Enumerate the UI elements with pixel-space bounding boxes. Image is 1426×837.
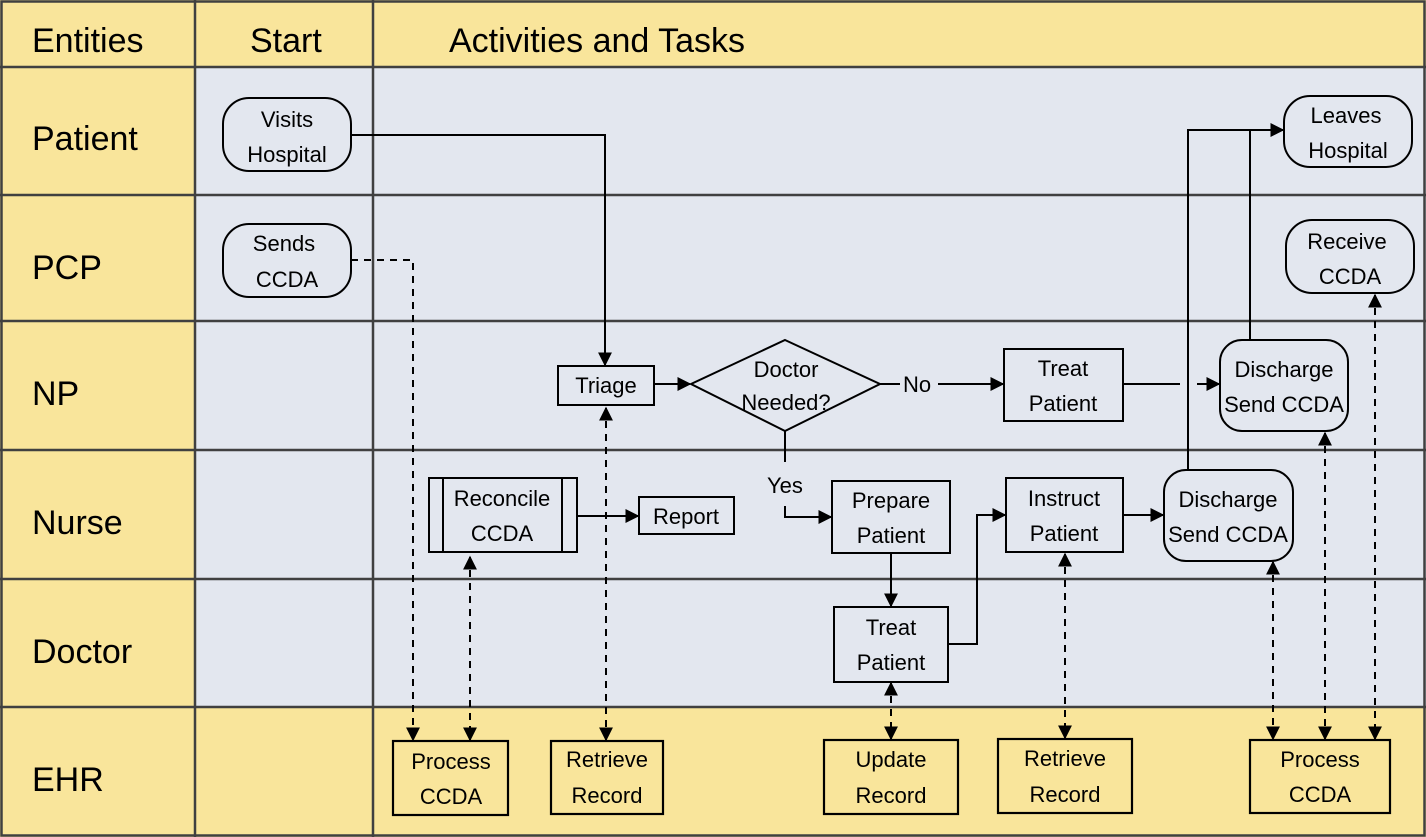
svg-text:CCDA: CCDA [471, 521, 534, 546]
svg-text:Reconcile: Reconcile [454, 486, 551, 511]
svg-text:Treat: Treat [866, 615, 917, 640]
svg-text:Treat: Treat [1038, 356, 1089, 381]
svg-text:Record: Record [1030, 782, 1101, 807]
svg-text:CCDA: CCDA [1319, 264, 1382, 289]
svg-text:Patient: Patient [1029, 391, 1098, 416]
node-instruct-patient[interactable]: Instruct Patient [1005, 477, 1124, 553]
svg-text:Receive: Receive [1307, 229, 1386, 254]
svg-text:Send CCDA: Send CCDA [1224, 392, 1344, 417]
svg-text:Process: Process [411, 749, 490, 774]
svg-text:Patient: Patient [857, 650, 926, 675]
svg-text:Record: Record [572, 783, 643, 808]
lane-label-doctor: Doctor [32, 633, 132, 671]
svg-text:Leaves: Leaves [1311, 103, 1382, 128]
diagram-canvas: Entities Start Activities and Tasks Pati… [0, 0, 1426, 837]
lane-label-ehr: EHR [32, 761, 104, 799]
svg-text:Patient: Patient [1030, 521, 1099, 546]
svg-text:Hospital: Hospital [1308, 138, 1387, 163]
svg-text:Needed?: Needed? [741, 390, 830, 415]
svg-text:Discharge: Discharge [1234, 357, 1333, 382]
entities-column [0, 67, 195, 837]
svg-text:Doctor: Doctor [754, 357, 819, 382]
svg-text:Discharge: Discharge [1178, 487, 1277, 512]
svg-text:Patient: Patient [857, 523, 926, 548]
svg-text:Retrieve: Retrieve [566, 747, 648, 772]
node-report[interactable]: Report [638, 496, 735, 535]
svg-text:Visits: Visits [261, 107, 313, 132]
svg-text:Hospital: Hospital [247, 142, 326, 167]
svg-text:Process: Process [1280, 747, 1359, 772]
svg-text:CCDA: CCDA [420, 784, 483, 809]
node-sends-ccda[interactable]: Sends CCDA [222, 223, 352, 298]
node-np-discharge-send-ccda[interactable]: Discharge Send CCDA [1219, 339, 1349, 432]
node-ehr-process-ccda-2[interactable]: Process CCDA [1248, 738, 1392, 815]
header-entities: Entities [32, 22, 144, 60]
svg-text:CCDA: CCDA [1289, 782, 1352, 807]
node-triage[interactable]: Triage [557, 365, 655, 406]
header-activities: Activities and Tasks [449, 22, 745, 60]
node-prepare-patient[interactable]: Prepare Patient [831, 480, 951, 554]
node-visits-hospital[interactable]: Visits Hospital [222, 97, 352, 172]
svg-text:Update: Update [856, 747, 927, 772]
svg-text:Triage: Triage [575, 373, 637, 398]
node-ehr-update-record[interactable]: Update Record [822, 738, 960, 816]
svg-text:Record: Record [856, 783, 927, 808]
svg-text:Sends: Sends [253, 231, 315, 256]
svg-text:CCDA: CCDA [256, 267, 319, 292]
svg-text:Instruct: Instruct [1028, 486, 1100, 511]
header-start: Start [250, 22, 322, 60]
node-reconcile-ccda[interactable]: Reconcile CCDA [428, 477, 578, 553]
node-ehr-retrieve-record-2[interactable]: Retrieve Record [996, 737, 1134, 815]
lane-label-nurse: Nurse [32, 504, 123, 542]
svg-text:Prepare: Prepare [852, 488, 930, 513]
svg-text:Report: Report [653, 504, 719, 529]
node-np-treat-patient[interactable]: Treat Patient [1003, 348, 1124, 422]
node-nurse-discharge-send-ccda[interactable]: Discharge Send CCDA [1163, 469, 1294, 562]
node-receive-ccda[interactable]: Receive CCDA [1285, 219, 1415, 294]
ehr-lane-bg [195, 707, 1426, 837]
svg-text:Send CCDA: Send CCDA [1168, 522, 1288, 547]
lane-label-patient: Patient [32, 120, 138, 158]
edge-label-yes: Yes [767, 473, 803, 498]
node-doctor-treat-patient[interactable]: Treat Patient [833, 606, 949, 683]
svg-text:Retrieve: Retrieve [1024, 746, 1106, 771]
node-leaves-hospital[interactable]: Leaves Hospital [1283, 95, 1413, 168]
node-ehr-process-ccda-1[interactable]: Process CCDA [391, 739, 510, 817]
swimlane-diagram: Entities Start Activities and Tasks Pati… [0, 0, 1426, 837]
lane-label-pcp: PCP [32, 249, 102, 287]
edge-label-no: No [903, 372, 931, 397]
node-ehr-retrieve-record-1[interactable]: Retrieve Record [549, 739, 665, 816]
lane-label-np: NP [32, 375, 79, 413]
